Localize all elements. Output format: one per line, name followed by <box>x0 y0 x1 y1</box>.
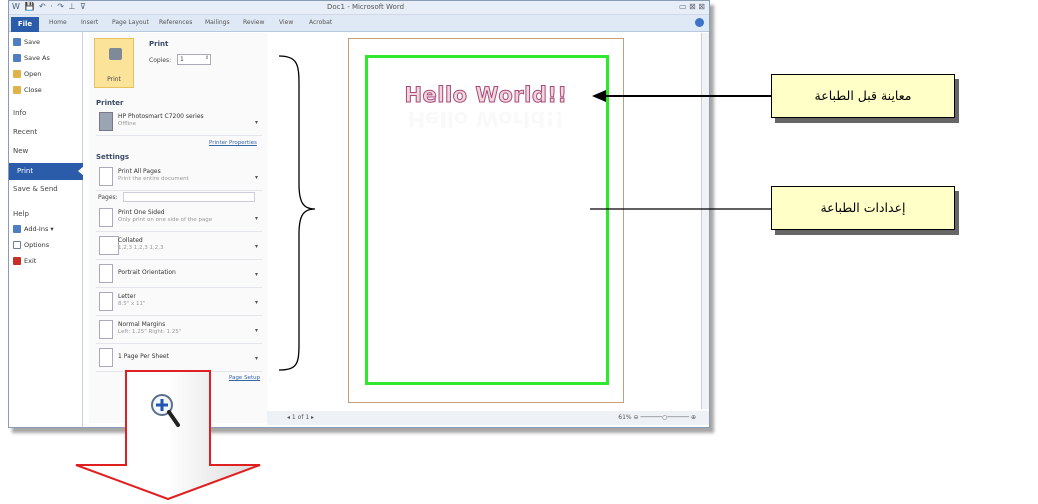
margins-select[interactable]: Normal Margins Left: 1.25" Right: 1.25" … <box>96 317 262 344</box>
chevron-down-icon: ▾ <box>254 327 258 334</box>
window-controls[interactable]: ▭ ⊠ ⊠ <box>679 2 705 11</box>
preview-status-bar: ◂ 1 of 1 ▸ 61% ⊖ ──────○────── ⊕ <box>267 411 709 425</box>
print-range-select[interactable]: Print All Pages Print the entire documen… <box>96 164 262 191</box>
printer-select[interactable]: HP Photosmart C7200 series Offline ▾ <box>96 109 262 136</box>
chevron-down-icon: ▾ <box>254 174 258 181</box>
pages-label: Pages: <box>98 194 118 201</box>
pages-per-sheet-select[interactable]: 1 Page Per Sheet ▾ <box>96 345 262 372</box>
margins-icon <box>99 320 113 339</box>
tab-view[interactable]: View <box>279 19 293 26</box>
settings-heading: Settings <box>96 153 130 161</box>
printer-device-icon <box>99 112 113 131</box>
zoom-slider[interactable]: 61% ⊖ ──────○────── ⊕ <box>618 414 696 421</box>
backstage-close[interactable]: Close <box>13 86 42 94</box>
add-ins-icon <box>13 225 21 233</box>
tab-home[interactable]: Home <box>49 19 67 26</box>
tab-file[interactable]: File <box>11 17 39 32</box>
backstage-save-as[interactable]: Save As <box>13 54 50 62</box>
tab-mailings[interactable]: Mailings <box>205 19 230 26</box>
collation-select[interactable]: Collated 1,2,3 1,2,3 1,2,3 ▾ <box>96 233 262 260</box>
chevron-down-icon: ▾ <box>254 243 258 250</box>
backstage-recent[interactable]: Recent <box>13 128 37 136</box>
save-icon <box>13 38 21 46</box>
wordart-text: Hello World!! <box>404 83 568 108</box>
backstage-exit[interactable]: Exit <box>13 257 36 265</box>
save-as-icon <box>13 54 21 62</box>
copies-spinner-icon[interactable]: ⇕ <box>205 55 209 61</box>
tab-review[interactable]: Review <box>243 19 264 26</box>
chevron-down-icon: ▾ <box>254 299 258 306</box>
chevron-down-icon: ▾ <box>254 271 258 278</box>
page-icon <box>99 167 113 186</box>
pages-per-sheet-icon <box>99 348 113 367</box>
window-title: Doc1 - Microsoft Word <box>327 3 405 11</box>
wordart-reflection: Hello World!! <box>407 107 565 131</box>
tab-page-layout[interactable]: Page Layout <box>112 19 149 26</box>
exit-icon <box>13 257 21 265</box>
folder-close-icon <box>13 86 21 94</box>
backstage-print[interactable]: Print <box>9 163 84 180</box>
backstage-info[interactable]: Info <box>13 109 26 117</box>
preview-page: Hello World!! Hello World!! <box>348 38 624 403</box>
brace-bracket <box>278 55 316 371</box>
tab-references[interactable]: References <box>159 19 192 26</box>
paper-size-select[interactable]: Letter 8.5" x 11" ▾ <box>96 289 262 316</box>
print-button[interactable]: Print <box>94 38 134 88</box>
preview-callout: معاينة قبل الطباعة <box>771 74 955 118</box>
one-sided-icon <box>99 208 113 227</box>
zoom-in-magnifier-icon <box>151 394 180 427</box>
arrow-head-icon <box>592 90 606 102</box>
printer-heading: Printer <box>96 99 124 107</box>
tab-insert[interactable]: Insert <box>81 19 98 26</box>
printer-properties-link[interactable]: Printer Properties <box>209 140 257 146</box>
chevron-down-icon: ▾ <box>254 119 258 126</box>
ribbon-tabs: File Home Insert Page Layout References … <box>9 15 709 32</box>
folder-open-icon <box>13 70 21 78</box>
backstage-open[interactable]: Open <box>13 70 41 78</box>
print-settings-panel: Print Print Copies: 1 ⇕ Printer HP Photo… <box>89 33 267 423</box>
backstage-help[interactable]: Help <box>13 210 29 218</box>
collated-icon <box>99 236 119 255</box>
options-icon <box>13 241 21 249</box>
down-arrow-icon <box>75 370 261 501</box>
print-sides-select[interactable]: Print One Sided Only print on one side o… <box>96 205 262 232</box>
letter-icon <box>99 292 113 311</box>
backstage-new[interactable]: New <box>13 147 28 155</box>
help-icon[interactable] <box>695 18 704 27</box>
callout-arrows <box>590 90 771 210</box>
portrait-icon <box>99 264 113 283</box>
settings-callout: إعدادات الطباعة <box>771 186 955 230</box>
orientation-select[interactable]: Portrait Orientation ▾ <box>96 261 262 288</box>
chevron-down-icon: ▾ <box>254 215 258 222</box>
copies-label: Copies: <box>149 57 172 64</box>
backstage-save-send[interactable]: Save & Send <box>13 185 58 193</box>
backstage-options[interactable]: Options <box>13 241 49 249</box>
pages-input[interactable] <box>123 192 255 202</box>
backstage-add-ins[interactable]: Add-Ins ▾ <box>13 225 54 233</box>
chevron-down-icon: ▾ <box>254 355 258 362</box>
page-navigator[interactable]: ◂ 1 of 1 ▸ <box>287 414 314 421</box>
print-heading: Print <box>149 40 169 48</box>
printer-icon <box>109 48 122 60</box>
tab-acrobat[interactable]: Acrobat <box>309 19 332 26</box>
backstage-save[interactable]: Save <box>13 38 40 46</box>
quick-access-toolbar[interactable]: W 💾 ↶ · ↷ ⊥ ⊽ <box>12 2 87 11</box>
title-bar: W 💾 ↶ · ↷ ⊥ ⊽ Doc1 - Microsoft Word ▭ ⊠ … <box>9 1 709 15</box>
